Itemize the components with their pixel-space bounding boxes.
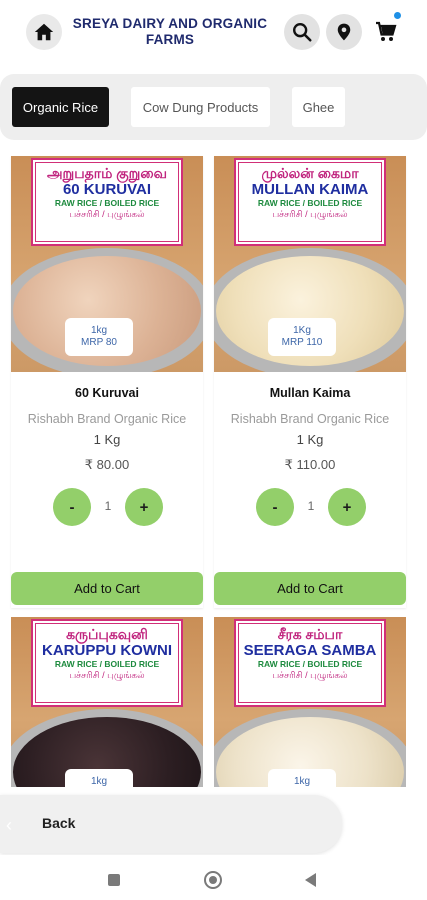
cart-button[interactable] [368, 12, 404, 50]
back-label: Back [42, 815, 76, 831]
sign-rice-type-tamil: பச்சரிசி / புழுங்கல் [69, 670, 145, 680]
sign-rice-type: RAW RICE / BOILED RICE [54, 198, 160, 208]
sign-rice-type: RAW RICE / BOILED RICE [257, 198, 363, 208]
quantity-value: 1 [104, 499, 112, 513]
tag-mrp: MRP 80 [81, 337, 117, 348]
product-image[interactable]: அறுபதாம் குறுவை 60 KURUVAI RAW RICE / BO… [11, 156, 203, 372]
category-tabs: Organic Rice Cow Dung Products Ghee [0, 74, 427, 140]
tab-ghee[interactable]: Ghee [292, 87, 345, 127]
search-icon [293, 23, 312, 42]
cart-badge-dot [394, 12, 401, 19]
sign-rice-type-tamil: பச்சரிசி / புழுங்கல் [69, 209, 145, 219]
product-card[interactable]: கருப்புகவுனி KARUPPU KOWNI RAW RICE / BO… [11, 617, 203, 797]
tab-organic-rice[interactable]: Organic Rice [12, 87, 109, 127]
sign-english-name: KARUPPU KOWNI [42, 642, 172, 659]
sign-tamil-name: சீரக சம்பா [277, 626, 343, 642]
price-tag: 1kg [268, 769, 336, 787]
tag-weight: 1kg [90, 776, 108, 787]
product-sign: முல்லன் கைமா MULLAN KAIMA RAW RICE / BOI… [234, 158, 386, 246]
sign-rice-type-tamil: பச்சரிசி / புழுங்கல் [272, 670, 348, 680]
tag-weight: 1kg [90, 325, 108, 336]
sign-tamil-name: அறுபதாம் குறுவை [47, 165, 167, 181]
product-sign: சீரக சம்பா SEERAGA SAMBA RAW RICE / BOIL… [234, 619, 386, 707]
back-button[interactable]: ‹ Back [0, 795, 342, 853]
product-price: ₹ 80.00 [84, 457, 130, 472]
system-nav-bar [0, 855, 427, 900]
product-card[interactable]: அறுபதாம் குறுவை 60 KURUVAI RAW RICE / BO… [11, 156, 203, 608]
product-brand: Rishabh Brand Organic Rice [27, 412, 187, 426]
add-to-cart-button[interactable]: Add to Cart [11, 572, 203, 605]
product-sign: அறுபதாம் குறுவை 60 KURUVAI RAW RICE / BO… [31, 158, 183, 246]
product-quantity: 1 Kg [93, 432, 121, 447]
decrement-button[interactable]: - [53, 488, 91, 526]
decrement-button[interactable]: - [256, 488, 294, 526]
price-tag: 1kg [65, 769, 133, 787]
home-nav-icon[interactable] [204, 871, 222, 889]
quantity-stepper: - 1 + [256, 488, 366, 526]
tab-cow-dung-products[interactable]: Cow Dung Products [131, 87, 270, 127]
product-image[interactable]: சீரக சம்பா SEERAGA SAMBA RAW RICE / BOIL… [214, 617, 406, 787]
brand-title: SREYA DAIRY AND ORGANIC FARMS [70, 16, 270, 48]
product-name: Mullan Kaima [269, 386, 351, 400]
cart-icon [376, 21, 397, 41]
price-tag: 1Kg MRP 110 [268, 318, 336, 356]
chevron-left-icon: ‹ [6, 815, 12, 835]
sign-rice-type-tamil: பச்சரிசி / புழுங்கல் [272, 209, 348, 219]
location-pin-icon [337, 23, 351, 41]
price-tag: 1kg MRP 80 [65, 318, 133, 356]
product-sign: கருப்புகவுனி KARUPPU KOWNI RAW RICE / BO… [31, 619, 183, 707]
product-brand: Rishabh Brand Organic Rice [230, 412, 390, 426]
product-price: ₹ 110.00 [284, 457, 336, 472]
product-name: 60 Kuruvai [75, 386, 139, 400]
brand-line-1: SREYA DAIRY AND ORGANIC [72, 16, 268, 31]
recents-icon[interactable] [108, 874, 120, 886]
tag-weight: 1Kg [293, 325, 311, 336]
app-root: SREYA DAIRY AND ORGANIC FARMS Organic Ri… [0, 0, 427, 900]
sign-english-name: 60 KURUVAI [62, 181, 152, 198]
home-button[interactable] [26, 14, 62, 50]
increment-button[interactable]: + [328, 488, 366, 526]
tag-mrp: MRP 110 [281, 337, 323, 348]
header: SREYA DAIRY AND ORGANIC FARMS [0, 0, 427, 70]
product-quantity: 1 Kg [296, 432, 324, 447]
add-to-cart-button[interactable]: Add to Cart [214, 572, 406, 605]
sign-tamil-name: முல்லன் கைமா [261, 165, 359, 181]
quantity-stepper: - 1 + [53, 488, 163, 526]
product-card[interactable]: முல்லன் கைமா MULLAN KAIMA RAW RICE / BOI… [214, 156, 406, 608]
sign-rice-type: RAW RICE / BOILED RICE [54, 659, 160, 669]
increment-button[interactable]: + [125, 488, 163, 526]
sign-english-name: MULLAN KAIMA [251, 181, 369, 198]
back-nav-icon[interactable] [305, 873, 316, 887]
search-button[interactable] [284, 14, 320, 50]
home-icon [34, 23, 54, 41]
brand-line-2: FARMS [145, 32, 195, 47]
quantity-value: 1 [307, 499, 315, 513]
product-image[interactable]: முல்லன் கைமா MULLAN KAIMA RAW RICE / BOI… [214, 156, 406, 372]
tag-weight: 1kg [293, 776, 311, 787]
product-image[interactable]: கருப்புகவுனி KARUPPU KOWNI RAW RICE / BO… [11, 617, 203, 787]
sign-english-name: SEERAGA SAMBA [243, 642, 377, 659]
product-card[interactable]: சீரக சம்பா SEERAGA SAMBA RAW RICE / BOIL… [214, 617, 406, 797]
location-button[interactable] [326, 14, 362, 50]
sign-rice-type: RAW RICE / BOILED RICE [257, 659, 363, 669]
sign-tamil-name: கருப்புகவுனி [66, 626, 148, 642]
